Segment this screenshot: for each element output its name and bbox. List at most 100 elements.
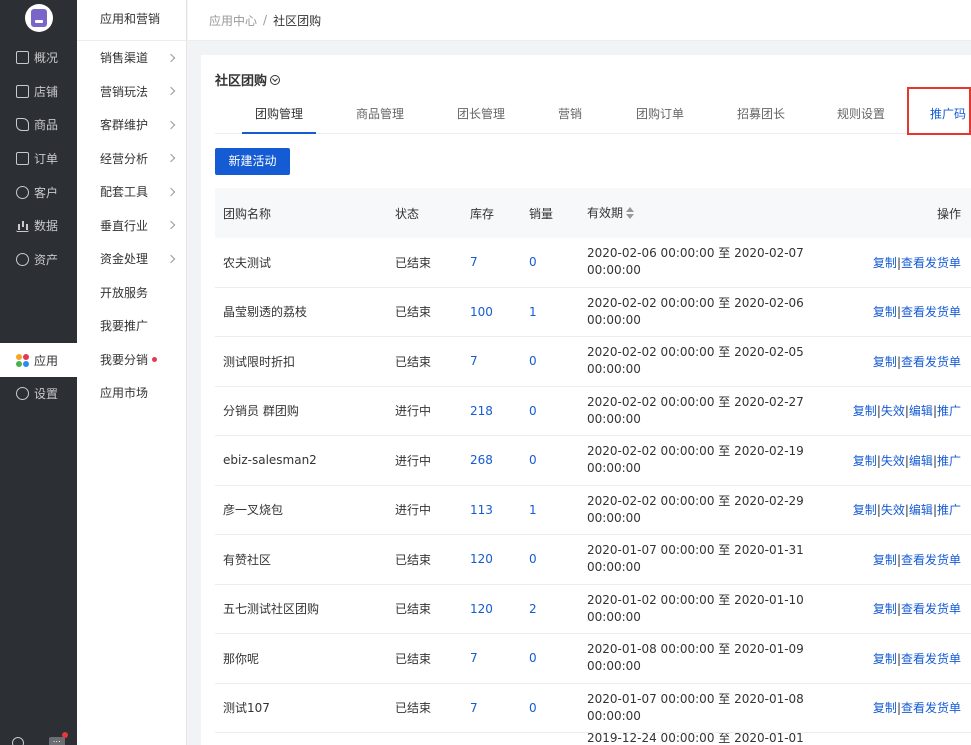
row-sales[interactable]: 1: [529, 305, 587, 319]
row-action-link[interactable]: 编辑: [909, 503, 933, 517]
breadcrumb-current: 社区团购: [273, 13, 322, 28]
tab-rules[interactable]: 规则设置: [827, 97, 895, 134]
row-sales[interactable]: 0: [529, 354, 587, 368]
row-action-link[interactable]: 推广: [937, 404, 961, 418]
shop-logo[interactable]: [24, 4, 53, 32]
subnav-item-customer-care[interactable]: 客群维护: [77, 108, 186, 142]
row-sales[interactable]: 0: [529, 701, 587, 715]
subnav-item-open-service[interactable]: 开放服务: [77, 276, 186, 310]
row-action-link[interactable]: 查看发货单: [901, 652, 961, 666]
tab-goods-manage[interactable]: 商品管理: [346, 97, 414, 134]
rail-item-goods[interactable]: 商品: [0, 108, 77, 142]
sort-icon[interactable]: [626, 207, 635, 219]
row-stock[interactable]: 120: [470, 552, 529, 566]
row-validity: 2020-01-07 00:00:00 至 2020-01-08 00:00:00: [587, 691, 831, 725]
row-stock[interactable]: 7: [470, 701, 529, 715]
tab-leader-manage[interactable]: 团长管理: [447, 97, 515, 134]
row-stock[interactable]: 7: [470, 354, 529, 368]
new-activity-button[interactable]: 新建活动: [215, 148, 290, 175]
row-action-link[interactable]: 复制: [873, 701, 897, 715]
row-action-link[interactable]: 编辑: [909, 454, 933, 468]
row-validity-end: 00:00:00: [587, 609, 641, 624]
row-action-link[interactable]: 推广: [937, 454, 961, 468]
row-action-link[interactable]: 查看发货单: [901, 701, 961, 715]
chevron-right-icon: [166, 154, 176, 163]
row-stock[interactable]: 218: [470, 404, 529, 418]
gear-icon: [16, 387, 29, 401]
shop-logo-icon: [30, 9, 47, 27]
tab-recruit-leader[interactable]: 招募团长: [727, 97, 795, 134]
row-action-link[interactable]: 查看发货单: [901, 602, 961, 616]
subnav-item-funds[interactable]: 资金处理: [77, 242, 186, 276]
row-action-link[interactable]: 复制: [873, 256, 897, 270]
search-icon[interactable]: [12, 737, 25, 745]
row-validity: 2020-02-02 00:00:00 至 2020-02-06 00:00:00: [587, 295, 831, 329]
row-stock[interactable]: 7: [470, 255, 529, 269]
subnav-item-vertical[interactable]: 垂直行业: [77, 209, 186, 243]
subnav-item-distribution[interactable]: 我要分销: [77, 343, 186, 377]
row-validity: 2020-02-02 00:00:00 至 2020-02-29 00:00:00: [587, 493, 831, 527]
row-validity: 2020-02-02 00:00:00 至 2020-02-19 00:00:00: [587, 443, 831, 477]
row-actions: 复制|查看发货单: [831, 699, 971, 716]
row-action-link[interactable]: 复制: [873, 652, 897, 666]
row-action-link[interactable]: 查看发货单: [901, 256, 961, 270]
row-sales[interactable]: 0: [529, 404, 587, 418]
subnav-item-sales-channel[interactable]: 销售渠道: [77, 41, 186, 75]
tab-group-buy-manage[interactable]: 团购管理: [242, 97, 316, 134]
header-validity[interactable]: 有效期: [587, 205, 831, 222]
row-stock[interactable]: 113: [470, 503, 529, 517]
subnav-item-promote[interactable]: 我要推广: [77, 309, 186, 343]
row-name: 彦一叉烧包: [223, 503, 284, 518]
row-action-link[interactable]: 推广: [937, 503, 961, 517]
row-action-link[interactable]: 复制: [873, 355, 897, 369]
page-title[interactable]: 社区团购: [215, 70, 281, 89]
tab-group-orders[interactable]: 团购订单: [626, 97, 694, 134]
rail-item-orders[interactable]: 订单: [0, 142, 77, 176]
row-action-link[interactable]: 编辑: [909, 404, 933, 418]
row-sales[interactable]: 0: [529, 453, 587, 467]
row-action-link[interactable]: 失效: [881, 454, 905, 468]
highlight-box: [907, 87, 971, 135]
message-icon[interactable]: …: [48, 732, 68, 745]
subnav-item-label: 营销玩法: [100, 84, 149, 99]
row-sales[interactable]: 0: [529, 552, 587, 566]
subnav-item-marketing[interactable]: 营销玩法: [77, 75, 186, 109]
row-actions: 复制|查看发货单: [831, 600, 971, 617]
breadcrumb-parent[interactable]: 应用中心: [209, 12, 257, 29]
tab-bar: 团购管理 商品管理 团长管理 营销 团购订单 招募团长 规则设置 推广码: [215, 97, 971, 134]
rail-item-apps[interactable]: 应用: [0, 343, 77, 377]
row-sales[interactable]: 2: [529, 602, 587, 616]
row-action-link[interactable]: 复制: [853, 454, 877, 468]
row-sales[interactable]: 0: [529, 651, 587, 665]
row-stock[interactable]: 7: [470, 651, 529, 665]
rail-item-store[interactable]: 店铺: [0, 75, 77, 109]
rail-item-overview[interactable]: 概况: [0, 41, 77, 75]
row-action-link[interactable]: 查看发货单: [901, 553, 961, 567]
row-validity-end: 00:00:00: [587, 362, 641, 377]
subnav-item-app-market[interactable]: 应用市场: [77, 376, 186, 410]
row-action-link[interactable]: 查看发货单: [901, 355, 961, 369]
row-status: 已结束: [395, 602, 432, 617]
row-action-link[interactable]: 查看发货单: [901, 305, 961, 319]
row-action-link[interactable]: 失效: [881, 503, 905, 517]
row-stock[interactable]: 120: [470, 602, 529, 616]
row-sales[interactable]: 1: [529, 503, 587, 517]
tab-marketing[interactable]: 营销: [550, 97, 590, 134]
row-action-link[interactable]: 复制: [873, 602, 897, 616]
row-sales[interactable]: 0: [529, 255, 587, 269]
row-stock[interactable]: 100: [470, 305, 529, 319]
row-action-link[interactable]: 复制: [873, 553, 897, 567]
rail-item-settings[interactable]: 设置: [0, 377, 77, 411]
rail-item-customers[interactable]: 客户: [0, 175, 77, 209]
row-stock[interactable]: 268: [470, 453, 529, 467]
store-icon: [16, 84, 29, 98]
rail-item-data[interactable]: 数据: [0, 209, 77, 243]
row-action-link[interactable]: 复制: [873, 305, 897, 319]
row-action-link[interactable]: 复制: [853, 404, 877, 418]
row-action-link[interactable]: 复制: [853, 503, 877, 517]
page-title-text: 社区团购: [215, 74, 268, 89]
row-action-link[interactable]: 失效: [881, 404, 905, 418]
subnav-item-analysis[interactable]: 经营分析: [77, 142, 186, 176]
rail-item-assets[interactable]: 资产: [0, 243, 77, 277]
subnav-item-tools[interactable]: 配套工具: [77, 175, 186, 209]
